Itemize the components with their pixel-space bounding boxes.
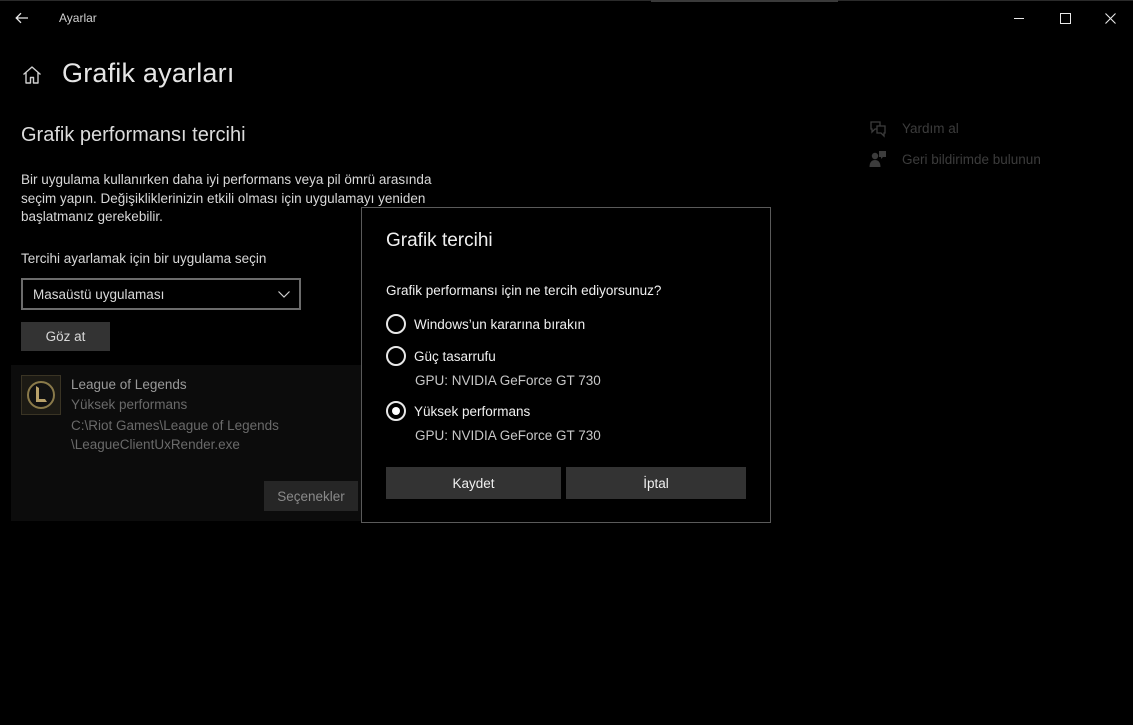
radio-label: Yüksek performans xyxy=(414,403,531,419)
dropdown-value: Masaüstü uygulaması xyxy=(33,286,165,302)
help-link-label: Yardım al xyxy=(902,120,959,136)
app-path-line: \LeagueClientUxRender.exe xyxy=(71,436,240,452)
radio-option-let-windows-decide[interactable]: Windows’un kararına bırakın xyxy=(386,314,585,334)
options-button[interactable]: Seçenekler xyxy=(264,481,358,511)
radio-label: Windows’un kararına bırakın xyxy=(414,316,586,332)
section-title: Grafik performansı tercihi xyxy=(21,124,246,146)
save-button[interactable]: Kaydet xyxy=(386,467,561,499)
minimize-icon xyxy=(1014,18,1024,19)
app-name: League of Legends xyxy=(71,377,187,392)
description-line: Bir uygulama kullanırken daha iyi perfor… xyxy=(21,172,432,187)
feedback-link[interactable]: Geri bildirimde bulunun xyxy=(868,149,1041,169)
help-chat-icon xyxy=(870,121,886,138)
description-line: seçim yapın. Değişikliklerinizin etkili … xyxy=(21,190,426,206)
back-button[interactable] xyxy=(8,4,36,32)
feedback-link-label: Geri bildirimde bulunun xyxy=(902,151,1041,167)
back-arrow-icon xyxy=(15,12,28,24)
close-window-button[interactable] xyxy=(1087,0,1133,36)
graphics-preference-dialog: Grafik tercihi Grafik performansı için n… xyxy=(361,207,771,523)
dialog-question: Grafik performansı için ne tercih ediyor… xyxy=(386,283,662,298)
maximize-icon xyxy=(1059,12,1071,24)
cancel-button[interactable]: İptal xyxy=(566,467,746,499)
window-title: Ayarlar xyxy=(59,11,97,25)
radio-option-power-saving[interactable]: Güç tasarrufu xyxy=(386,346,496,366)
dialog-title: Grafik tercihi xyxy=(386,230,493,251)
app-type-dropdown[interactable]: Masaüstü uygulaması xyxy=(21,278,301,310)
radio-label: Güç tasarrufu xyxy=(414,348,496,364)
page-title: Grafik ayarları xyxy=(62,58,235,88)
radio-button[interactable] xyxy=(386,346,406,366)
app-preference: Yüksek performans xyxy=(71,397,188,412)
app-path: C:\Riot Games\League of Legends \LeagueC… xyxy=(71,417,279,454)
gpu-info: GPU: NVIDIA GeForce GT 730 xyxy=(415,373,601,388)
home-icon[interactable] xyxy=(21,64,43,86)
help-link[interactable]: Yardım al xyxy=(868,118,959,138)
gpu-info: GPU: NVIDIA GeForce GT 730 xyxy=(415,428,601,443)
maximize-button[interactable] xyxy=(1042,0,1088,36)
feedback-person-icon xyxy=(869,151,886,167)
title-bar: Ayarlar xyxy=(0,0,1133,36)
league-of-legends-logo-icon xyxy=(21,375,61,415)
app-path-line: C:\Riot Games\League of Legends xyxy=(71,418,279,433)
app-list-item[interactable]: League of Legends Yüksek performans C:\R… xyxy=(11,365,371,521)
chevron-down-icon xyxy=(278,291,290,298)
minimize-button[interactable] xyxy=(996,0,1042,36)
radio-option-high-performance[interactable]: Yüksek performans xyxy=(386,401,530,421)
radio-button[interactable] xyxy=(386,314,406,334)
close-icon xyxy=(1104,12,1116,24)
browse-button[interactable]: Göz at xyxy=(21,322,110,351)
app-select-label: Tercihi ayarlamak için bir uygulama seçi… xyxy=(21,251,267,266)
radio-button-selected[interactable] xyxy=(386,401,406,421)
